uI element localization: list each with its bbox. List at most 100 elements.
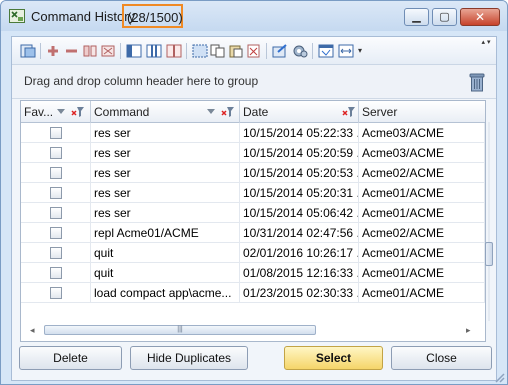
close-icon: ✕	[474, 10, 486, 24]
select-button[interactable]: Select	[284, 346, 383, 370]
favorite-checkbox[interactable]	[50, 167, 62, 179]
toolbar-scroll-icon[interactable]: ▴ ▾	[480, 39, 492, 63]
command-cell: load compact app\acme...	[91, 283, 240, 303]
copy-icon[interactable]	[210, 44, 226, 58]
command-cell: quit	[91, 263, 240, 283]
favorite-checkbox[interactable]	[50, 267, 62, 279]
column-header-label: Server	[362, 105, 398, 119]
add-row-icon[interactable]	[46, 44, 62, 58]
minimize-icon: ▁	[412, 11, 421, 23]
favorite-cell	[21, 243, 91, 263]
favorite-cell	[21, 263, 91, 283]
title-bar[interactable]: Command History (28/1500) ▁ ▢ ✕	[1, 1, 507, 31]
favorite-checkbox[interactable]	[50, 247, 62, 259]
favorite-checkbox[interactable]	[50, 147, 62, 159]
scroll-left-icon[interactable]: ◂	[30, 325, 35, 336]
scroll-thumb[interactable]	[485, 242, 493, 266]
column-header-command[interactable]: Command	[91, 101, 240, 123]
favorite-cell	[21, 223, 91, 243]
content-panel: ▾ ▴ ▾ Drag and drop column header here t…	[11, 36, 497, 381]
date-cell: 01/08/2015 12:16:33 ...	[240, 263, 359, 283]
maximize-button[interactable]: ▢	[432, 8, 457, 26]
export-icon[interactable]	[20, 44, 36, 58]
date-cell: 10/15/2014 05:20:53 ...	[240, 163, 359, 183]
column-layout-icon[interactable]	[126, 44, 142, 58]
server-cell: Acme03/ACME	[359, 123, 485, 143]
window-icon[interactable]	[318, 44, 334, 58]
column-header-server[interactable]: Server	[359, 101, 485, 123]
close-button-label: Close	[426, 351, 457, 365]
paste-icon[interactable]	[228, 44, 244, 58]
command-history-grid: Fav... Command Date Server res ser 10/15…	[20, 100, 486, 342]
column-view-icon[interactable]	[146, 44, 162, 58]
favorite-checkbox[interactable]	[50, 207, 62, 219]
command-cell: res ser	[91, 123, 240, 143]
favorite-checkbox[interactable]	[50, 287, 62, 299]
close-window-button[interactable]: ✕	[460, 8, 500, 26]
server-cell: Acme02/ACME	[359, 163, 485, 183]
toolbar: ▾ ▴ ▾	[12, 37, 496, 65]
command-cell: repl Acme01/ACME	[91, 223, 240, 243]
favorite-cell	[21, 183, 91, 203]
filter-clear-icon[interactable]	[342, 106, 356, 118]
remove-row-icon[interactable]	[64, 44, 80, 58]
command-cell: res ser	[91, 143, 240, 163]
table-row[interactable]: repl Acme01/ACME 10/31/2014 02:47:56 ... A…	[21, 223, 485, 243]
favorite-cell	[21, 163, 91, 183]
delete-button[interactable]: Delete	[19, 346, 122, 370]
insert-column-icon[interactable]	[82, 44, 98, 58]
column-header-label: Fav...	[24, 105, 54, 119]
trash-icon[interactable]	[468, 71, 486, 93]
favorite-checkbox[interactable]	[50, 227, 62, 239]
favorite-cell	[21, 203, 91, 223]
send-icon[interactable]	[272, 44, 288, 58]
vertical-scrollbar[interactable]	[484, 122, 494, 321]
select-all-icon[interactable]	[192, 44, 208, 58]
fit-columns-icon[interactable]	[338, 44, 354, 58]
favorite-checkbox[interactable]	[50, 187, 62, 199]
server-cell: Acme01/ACME	[359, 183, 485, 203]
date-cell: 01/23/2015 02:30:33 ...	[240, 283, 359, 303]
toolbar-separator	[312, 43, 313, 59]
minimize-button[interactable]: ▁	[404, 8, 429, 26]
hide-duplicates-button[interactable]: Hide Duplicates	[130, 346, 248, 370]
date-cell: 10/15/2014 05:20:59 ...	[240, 143, 359, 163]
server-cell: Acme02/ACME	[359, 223, 485, 243]
resize-grip-icon[interactable]	[493, 371, 505, 383]
favorite-checkbox[interactable]	[50, 127, 62, 139]
history-count: (28/1500)	[122, 4, 183, 28]
close-button[interactable]: Close	[391, 346, 492, 370]
toolbar-separator	[120, 43, 121, 59]
delete-button-label: Delete	[53, 351, 88, 365]
server-cell: Acme01/ACME	[359, 263, 485, 283]
table-row[interactable]: res ser 10/15/2014 05:20:59 ... Acme03/ACM…	[21, 143, 485, 163]
sort-arrow-icon[interactable]	[207, 109, 215, 114]
favorite-cell	[21, 123, 91, 143]
clear-icon[interactable]	[246, 44, 262, 58]
column-split-icon[interactable]	[166, 44, 182, 58]
table-row[interactable]: res ser 10/15/2014 05:20:31 ... Acme01/ACM…	[21, 183, 485, 203]
command-cell: quit	[91, 243, 240, 263]
horizontal-scrollbar[interactable]: ◂ ||| ▸	[30, 322, 478, 338]
table-row[interactable]: res ser 10/15/2014 05:20:53 ... Acme02/ACM…	[21, 163, 485, 183]
filter-clear-icon[interactable]	[221, 106, 235, 118]
scroll-right-icon[interactable]: ▸	[466, 325, 471, 336]
table-row[interactable]: quit 02/01/2016 10:26:17 ... Acme01/ACME	[21, 243, 485, 263]
filter-clear-icon[interactable]	[71, 106, 85, 118]
delete-column-icon[interactable]	[100, 44, 116, 58]
command-cell: res ser	[91, 183, 240, 203]
chevron-down-icon[interactable]: ▾	[358, 46, 362, 55]
date-cell: 10/15/2014 05:22:33 ...	[240, 123, 359, 143]
scroll-thumb[interactable]: |||	[44, 325, 316, 335]
group-by-panel[interactable]: Drag and drop column header here to grou…	[12, 65, 496, 99]
window-title: Command History	[31, 9, 136, 24]
server-cell: Acme03/ACME	[359, 143, 485, 163]
table-row[interactable]: res ser 10/15/2014 05:22:33 ... Acme03/ACM…	[21, 123, 485, 143]
table-row[interactable]: load compact app\acme... 01/23/2015 02:30…	[21, 283, 485, 303]
settings-icon[interactable]	[292, 44, 308, 58]
table-row[interactable]: quit 01/08/2015 12:16:33 ... Acme01/ACME	[21, 263, 485, 283]
table-row[interactable]: res ser 10/15/2014 05:06:42 ... Acme01/ACM…	[21, 203, 485, 223]
column-header-label: Date	[243, 105, 269, 119]
sort-arrow-icon[interactable]	[57, 109, 65, 114]
scroll-track[interactable]	[488, 122, 490, 321]
